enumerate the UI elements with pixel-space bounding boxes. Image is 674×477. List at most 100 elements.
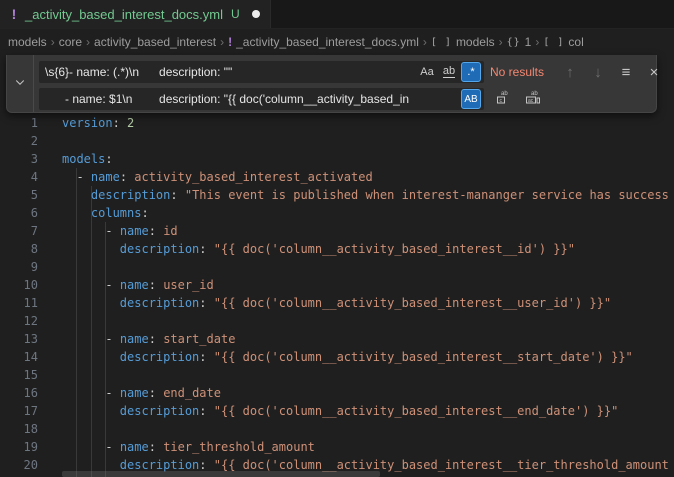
line-number: 4 (0, 168, 38, 186)
line-number: 3 (0, 150, 38, 168)
line-number: 20 (0, 456, 38, 474)
modified-dot-icon[interactable] (252, 10, 260, 18)
replace-value-text: - name: $1\n description: "{{ doc('colum… (45, 88, 458, 110)
breadcrumb-label: core (59, 35, 82, 49)
code-line[interactable]: - name: tier_threshold_amount (62, 438, 674, 456)
arrow-up-icon: ↑ (566, 64, 574, 81)
match-case-button[interactable]: Aa (417, 62, 437, 82)
breadcrumb-separator: › (51, 35, 55, 49)
find-query-text: \s{6}- name: (.*)\n description: "" (45, 61, 414, 83)
line-number: 5 (0, 186, 38, 204)
chevron-down-icon (14, 75, 26, 93)
code-line[interactable]: - name: activity_based_interest_activate… (62, 168, 674, 186)
previous-match-button[interactable]: ↑ (559, 61, 581, 83)
breadcrumb-separator: › (499, 35, 503, 49)
find-replace-widget: \s{6}- name: (.*)\n description: "" Aa a… (6, 55, 657, 113)
line-number: 19 (0, 438, 38, 456)
breadcrumb-item[interactable]: activity_based_interest (94, 35, 216, 49)
line-number: 14 (0, 348, 38, 366)
line-number: 6 (0, 204, 38, 222)
line-number: 9 (0, 258, 38, 276)
tab-filename: _activity_based_interest_docs.yml (25, 7, 223, 22)
line-number: 17 (0, 402, 38, 420)
code-line[interactable]: - name: end_date (62, 384, 674, 402)
code-line[interactable]: version: 2 (62, 114, 674, 132)
svg-text:ab: ab (531, 91, 538, 97)
code-line[interactable]: description: "{{ doc('column__activity_b… (62, 348, 674, 366)
next-match-button[interactable]: ↓ (587, 61, 609, 83)
breadcrumb-separator: › (86, 35, 90, 49)
breadcrumb-item[interactable]: {} 1 (507, 35, 532, 49)
breadcrumb-label: 1 (525, 35, 532, 49)
find-input[interactable]: \s{6}- name: (.*)\n description: "" Aa a… (39, 61, 484, 83)
toggle-replace-button[interactable] (7, 55, 33, 112)
breadcrumb-item[interactable]: core (59, 35, 82, 49)
replace-all-button[interactable]: ab ac (523, 88, 543, 110)
code-line[interactable]: description: "This event is published wh… (62, 186, 674, 204)
breadcrumb-label: col (568, 35, 583, 49)
code-line[interactable] (62, 420, 674, 438)
code-line[interactable] (62, 258, 674, 276)
line-number: 13 (0, 330, 38, 348)
breadcrumb-label: activity_based_interest (94, 35, 216, 49)
line-number: 15 (0, 366, 38, 384)
replace-icon: ab c (495, 89, 511, 109)
breadcrumb-item[interactable]: [ ] col (543, 35, 583, 49)
breadcrumb-separator: › (535, 35, 539, 49)
tab-active-file[interactable]: ! _activity_based_interest_docs.yml U (0, 0, 271, 28)
line-number: 8 (0, 240, 38, 258)
preserve-case-button[interactable]: AB (461, 89, 481, 109)
code-line[interactable]: - name: user_id (62, 276, 674, 294)
find-in-selection-button[interactable]: ≡ (615, 61, 637, 83)
close-find-button[interactable]: × (643, 61, 665, 83)
replace-all-icon: ab ac (524, 89, 542, 109)
replace-input[interactable]: - name: $1\n description: "{{ doc('colum… (39, 88, 484, 110)
yaml-file-icon: ! (9, 6, 19, 22)
breadcrumb-label: models (456, 35, 495, 49)
svg-text:ac: ac (528, 98, 534, 104)
code-line[interactable] (62, 366, 674, 384)
symbol-array-icon: [ ] (543, 37, 564, 48)
code-line[interactable]: description: "{{ doc('column__activity_b… (62, 402, 674, 420)
line-number: 10 (0, 276, 38, 294)
breadcrumb-item[interactable]: models (8, 35, 47, 49)
breadcrumb-label: _activity_based_interest_docs.yml (236, 35, 419, 49)
arrow-down-icon: ↓ (594, 64, 602, 81)
symbol-array-icon: [ ] (431, 37, 452, 48)
code-editor[interactable]: 1234567891011121314151617181920 version:… (0, 114, 674, 477)
regex-button[interactable]: .* (461, 62, 481, 82)
close-icon: × (650, 64, 659, 81)
horizontal-scrollbar[interactable] (62, 471, 380, 477)
code-line[interactable]: models: (62, 150, 674, 168)
breadcrumb: models › core › activity_based_interest › !_ac… (0, 30, 674, 54)
selection-lines-icon: ≡ (622, 64, 631, 81)
breadcrumb-item[interactable]: !_activity_based_interest_docs.yml (228, 35, 419, 49)
replace-button[interactable]: ab c (493, 88, 513, 110)
widget-divider (33, 55, 34, 112)
line-number: 2 (0, 132, 38, 150)
breadcrumb-item[interactable]: [ ] models (431, 35, 495, 49)
git-untracked-badge: U (231, 7, 240, 21)
line-number: 12 (0, 312, 38, 330)
code-line[interactable]: columns: (62, 204, 674, 222)
code-lines: version: 2 models: - name: activity_based… (62, 114, 674, 474)
code-line[interactable] (62, 312, 674, 330)
code-line[interactable]: description: "{{ doc('column__activity_b… (62, 294, 674, 312)
tab-bar: ! _activity_based_interest_docs.yml U (0, 0, 674, 29)
find-status: No results (490, 61, 544, 83)
code-line[interactable]: - name: id (62, 222, 674, 240)
svg-text:ab: ab (501, 91, 508, 97)
line-number: 18 (0, 420, 38, 438)
breadcrumb-separator: › (220, 35, 224, 49)
code-line[interactable] (62, 132, 674, 150)
symbol-object-icon: {} (507, 37, 521, 48)
whole-word-button[interactable]: ab (439, 62, 459, 82)
line-number: 11 (0, 294, 38, 312)
line-number: 1 (0, 114, 38, 132)
line-number: 7 (0, 222, 38, 240)
code-line[interactable]: description: "{{ doc('column__activity_b… (62, 240, 674, 258)
code-line[interactable]: - name: start_date (62, 330, 674, 348)
line-number: 16 (0, 384, 38, 402)
line-number-gutter: 1234567891011121314151617181920 (0, 114, 38, 474)
breadcrumb-label: models (8, 35, 47, 49)
